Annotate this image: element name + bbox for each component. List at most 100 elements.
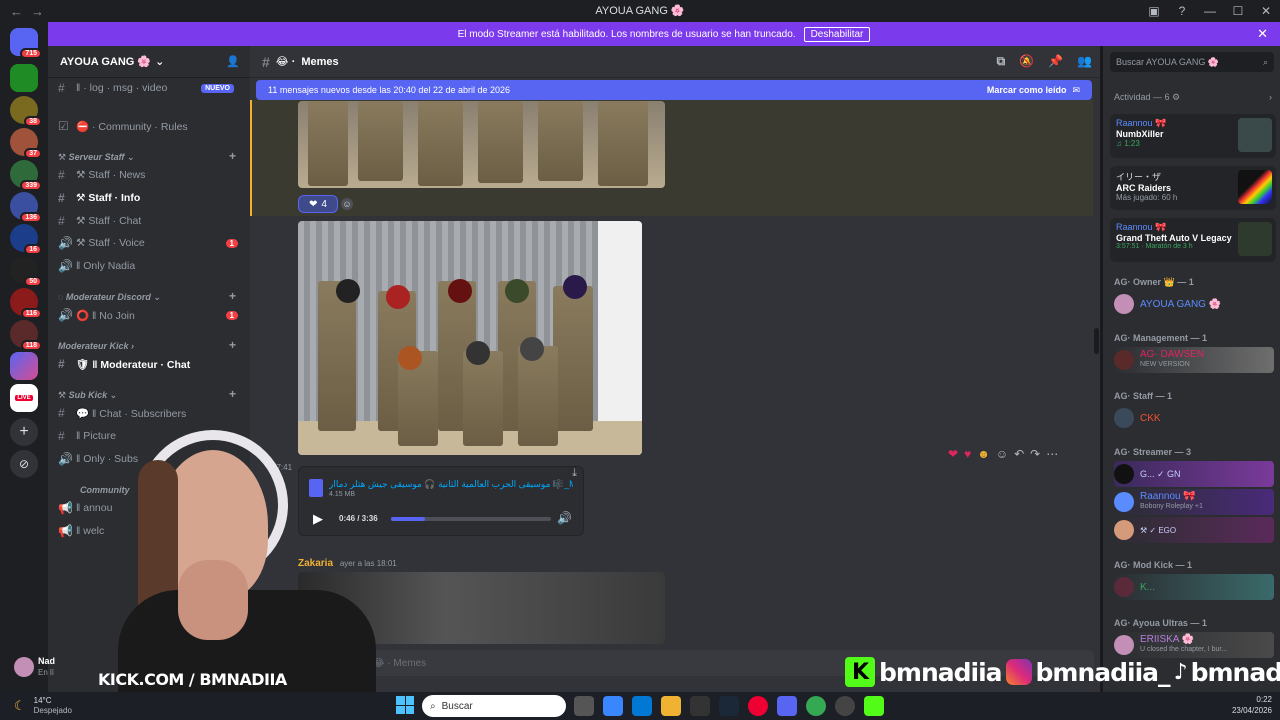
channel-no-join[interactable]: 🔊 ⭕ ‖ No Join 1 <box>58 305 244 325</box>
more-options-icon[interactable]: ⋯ <box>1046 447 1058 461</box>
member-group-label: AG· Mod Kick — 1 <box>1114 560 1193 570</box>
pin-icon[interactable]: 📌 <box>1048 54 1063 69</box>
search-input[interactable]: Buscar AYOUA GANG 🌸 ⌕ <box>1110 52 1274 72</box>
chat-scrollbar[interactable] <box>1094 328 1099 354</box>
start-button[interactable] <box>396 696 414 714</box>
reply-icon[interactable]: ↶ <box>1014 447 1024 461</box>
category-staff[interactable]: ⚒ Serveur Staff ⌄ + <box>58 149 244 163</box>
member-list-icon[interactable]: 👥 <box>1077 54 1092 69</box>
category-mod-discord[interactable]: ◌ Moderateur Discord ⌄ + <box>58 289 244 303</box>
add-channel-icon[interactable]: + <box>229 387 236 401</box>
category-sub-kick[interactable]: ⚒ Sub Kick ⌄ + <box>58 387 244 401</box>
audio-progress-bar[interactable] <box>391 517 551 521</box>
reaction-smile-icon[interactable]: ☻ <box>977 447 990 461</box>
kick-icon[interactable] <box>864 696 884 716</box>
server-icon[interactable] <box>10 352 38 380</box>
opera-icon[interactable] <box>748 696 768 716</box>
member-item[interactable]: AYOUA GANG 🌸 <box>1114 291 1274 317</box>
category-mod-kick[interactable]: Moderateur Kick › + <box>58 338 244 352</box>
activity-card[interactable]: Raannou 🎀 Grand Theft Auto V Legacy 3:57… <box>1110 218 1276 262</box>
channel-mod-chat[interactable]: # 🛡 ‖ Moderateur · Chat <box>58 354 244 374</box>
help-icon[interactable]: ? <box>1168 0 1196 22</box>
add-channel-icon[interactable]: + <box>229 338 236 352</box>
activity-header[interactable]: Actividad — 6 ⚙ › <box>1114 92 1272 103</box>
new-messages-bar[interactable]: 11 mensajes nuevos desde las 20:40 del 2… <box>256 80 1092 100</box>
maximize-button[interactable]: ☐ <box>1224 0 1252 22</box>
inbox-icon[interactable]: ▣ <box>1140 0 1168 22</box>
add-reaction-icon[interactable]: ☺ <box>996 447 1008 461</box>
channel-staff-info[interactable]: # ⚒ Staff · Info <box>58 188 244 208</box>
channel-only-nadia[interactable]: 🔊 ‖ Only Nadia <box>58 256 244 276</box>
activity-thumbnail <box>1238 170 1272 204</box>
task-view-icon[interactable] <box>574 696 594 716</box>
add-reaction-icon[interactable]: ☺ <box>341 198 353 210</box>
avatar <box>1114 635 1134 655</box>
add-channel-icon[interactable]: + <box>229 289 236 303</box>
discord-icon[interactable] <box>777 696 797 716</box>
add-member-icon[interactable]: 👤 <box>226 55 240 68</box>
close-window-button[interactable]: ✕ <box>1252 0 1280 22</box>
avatar <box>1114 464 1134 484</box>
home-button[interactable]: 715 <box>10 28 42 59</box>
close-banner-icon[interactable]: ✕ <box>1257 26 1268 42</box>
member-item[interactable]: K... <box>1114 574 1274 600</box>
audio-progress-fill <box>391 517 426 521</box>
reaction-love-icon[interactable]: ♥ <box>964 447 971 461</box>
member-item[interactable]: AG· DAWSEN NEW VERSION <box>1114 347 1274 373</box>
clock[interactable]: 0:22 23/04/2026 <box>1232 694 1272 716</box>
download-icon[interactable]: ⤓ <box>572 467 577 480</box>
window-titlebar: ←→ AYOUA GANG 🌸 ▣ ? — ☐ ✕ <box>0 0 1280 22</box>
instagram-handle: bmnadiia_ <box>1035 657 1171 687</box>
outlook-icon[interactable] <box>632 696 652 716</box>
discover-icon[interactable]: ⊘ <box>10 450 38 478</box>
search-icon: ⌕ <box>430 700 436 712</box>
channel-log[interactable]: # ‖ · log · msg · video NUEVO <box>58 78 244 98</box>
channel-staff-news[interactable]: # ⚒ Staff · News <box>58 165 244 185</box>
add-server-icon[interactable]: + <box>10 418 38 446</box>
server-icon[interactable]: 38 <box>10 96 42 127</box>
taskbar-search[interactable]: ⌕ Buscar <box>422 695 566 717</box>
server-icon[interactable]: 116 <box>10 288 42 319</box>
member-item[interactable]: Raannou 🎀 Bobony Roleplay +1 <box>1114 489 1274 515</box>
mark-as-read-button[interactable]: Marcar como leído <box>987 85 1067 95</box>
server-icon[interactable]: 50 <box>10 256 42 287</box>
weather-icon[interactable]: ☾ <box>14 698 26 714</box>
search-icon: ⌕ <box>1262 56 1268 67</box>
channel-staff-voice[interactable]: 🔊 ⚒ Staff · Voice 1 <box>58 233 244 253</box>
server-icon[interactable]: 37 <box>10 128 42 159</box>
steam-icon[interactable] <box>719 696 739 716</box>
member-item[interactable]: CKK <box>1114 405 1274 431</box>
obs-icon[interactable] <box>835 696 855 716</box>
avatar <box>1114 408 1134 428</box>
reaction-heart[interactable]: ❤ 4 <box>298 195 338 213</box>
user-panel[interactable]: Nad En lí <box>14 652 94 682</box>
avatar <box>1114 350 1134 370</box>
explorer-icon[interactable] <box>661 696 681 716</box>
activity-card[interactable]: イリー・ザ ARC Raiders Más jugado: 60 h <box>1110 166 1276 210</box>
channel-rules[interactable]: ☑ ⛔ · Community · Rules <box>58 116 244 136</box>
member-item[interactable]: ⚒ ✓ EGO <box>1114 517 1274 543</box>
server-header[interactable]: AYOUA GANG 🌸 ⌄ 👤 <box>48 46 250 78</box>
message-image[interactable] <box>298 101 665 188</box>
notification-muted-icon[interactable]: 🔕 <box>1019 54 1034 69</box>
forward-icon[interactable]: ↷ <box>1030 447 1040 461</box>
minimize-button[interactable]: — <box>1196 0 1224 22</box>
add-channel-icon[interactable]: + <box>229 149 236 163</box>
channel-staff-chat[interactable]: # ⚒ Staff · Chat <box>58 211 244 231</box>
threads-icon[interactable]: ⧉ <box>997 54 1006 69</box>
member-item[interactable]: G... ✓ GN <box>1114 461 1274 487</box>
reaction-heart-icon[interactable]: ❤ <box>948 447 958 461</box>
activity-card[interactable]: Raannou 🎀 NumbXiller ♫ 1:23 <box>1110 114 1276 158</box>
server-icon[interactable]: 118 <box>10 320 42 351</box>
app-icon[interactable] <box>690 696 710 716</box>
server-icon[interactable]: 339 <box>10 160 42 191</box>
server-icon[interactable]: 16 <box>10 224 42 255</box>
server-icon[interactable] <box>10 64 38 92</box>
server-icon[interactable]: 136 <box>10 192 42 223</box>
volume-icon[interactable]: 🔊 <box>557 511 572 525</box>
live-server-icon[interactable]: LIVE <box>10 384 38 412</box>
chrome-icon[interactable] <box>806 696 826 716</box>
disable-streamer-button[interactable]: Deshabilitar <box>803 26 871 42</box>
store-icon[interactable] <box>603 696 623 716</box>
new-badge: NUEVO <box>201 83 234 93</box>
